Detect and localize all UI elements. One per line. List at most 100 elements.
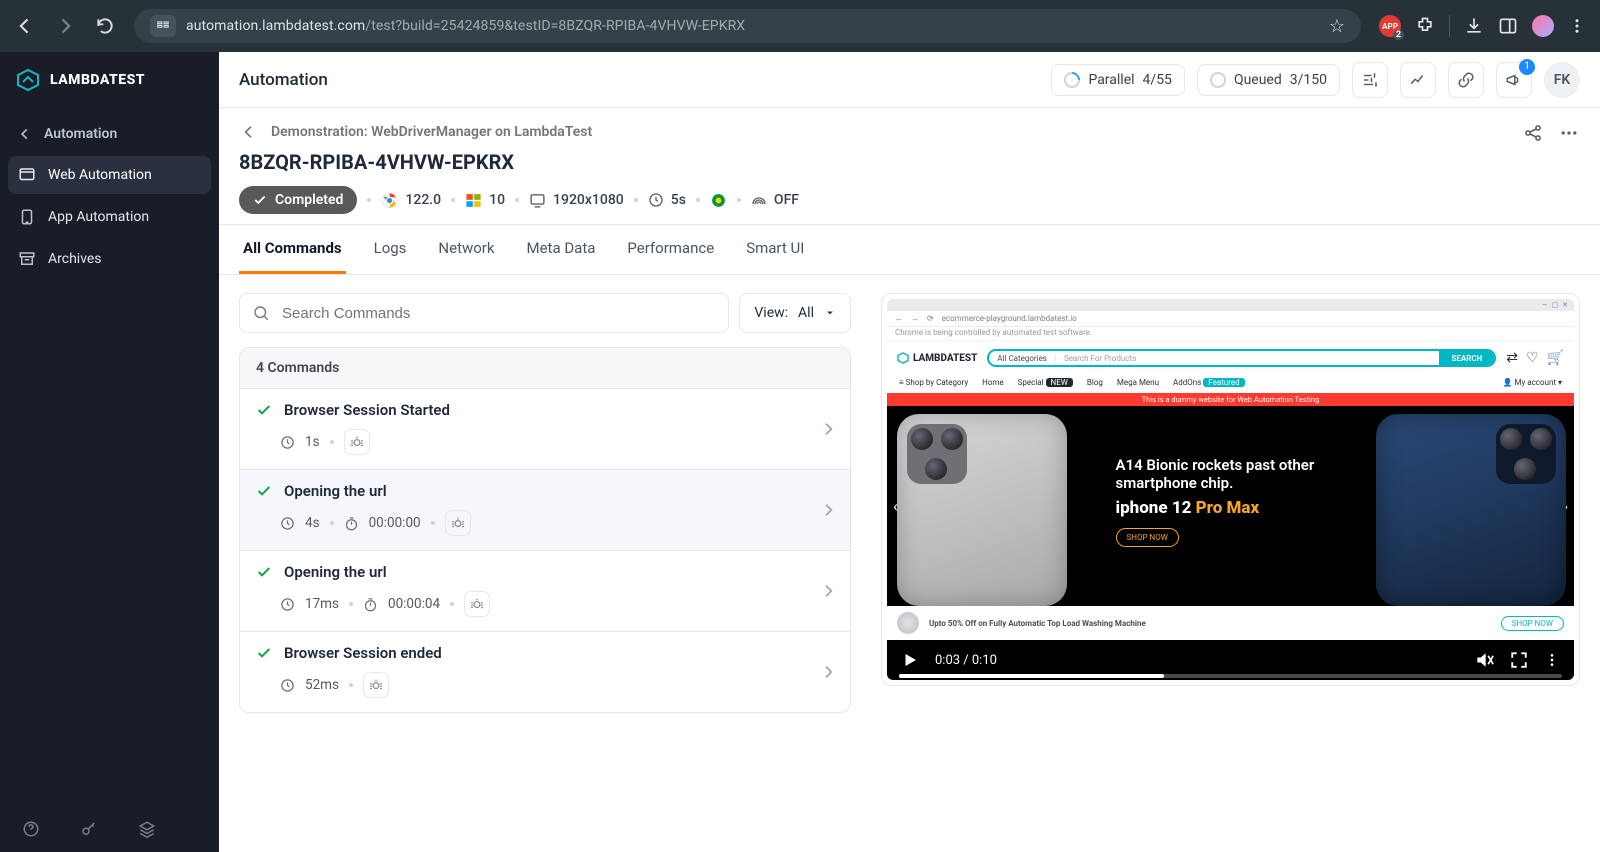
- brand-name: LAMBDATEST: [50, 72, 145, 88]
- command-item[interactable]: Opening the url 17ms 00:00:04: [240, 550, 850, 631]
- parallel-status[interactable]: Parallel 4/55: [1051, 64, 1185, 96]
- bookmark-star-icon[interactable]: ☆: [1329, 16, 1345, 37]
- announcements-button[interactable]: 1: [1496, 62, 1532, 98]
- tab-smart-ui[interactable]: Smart UI: [742, 225, 808, 274]
- monitor-icon: [529, 192, 546, 209]
- browser-menu-icon[interactable]: [1568, 17, 1586, 35]
- store-logo: LAMBDATEST: [897, 352, 977, 364]
- check-icon: [253, 193, 267, 207]
- sidebar-item-web-automation[interactable]: Web Automation: [8, 156, 211, 194]
- sidebar-item-label: Archives: [48, 251, 102, 267]
- command-item[interactable]: Browser Session ended 52ms: [240, 631, 850, 712]
- command-item[interactable]: Browser Session Started 1s: [240, 388, 850, 469]
- page-title: Automation: [239, 70, 328, 90]
- store-header-icons: ⇄♡🛒: [1506, 350, 1564, 366]
- hero-banner: ‹ ›: [887, 406, 1574, 606]
- view-select[interactable]: View: All: [739, 293, 851, 333]
- clock-icon: [648, 192, 664, 208]
- link-icon: [1457, 71, 1475, 89]
- browser-back-button[interactable]: [14, 15, 36, 37]
- command-item[interactable]: Opening the url 4s 00:00:00: [240, 469, 850, 550]
- geo-chip: [710, 192, 727, 209]
- video-url-bar: ←→⟳ ecommerce-playground.lambdatest.io: [887, 311, 1574, 327]
- volume-mute-icon: [1474, 650, 1494, 670]
- search-icon: [252, 304, 270, 322]
- integrations-button[interactable]: [1352, 62, 1388, 98]
- panel-icon[interactable]: [1498, 16, 1518, 36]
- sidebar-item-archives[interactable]: Archives: [8, 240, 211, 278]
- tab-logs[interactable]: Logs: [370, 225, 411, 274]
- extension-badge[interactable]: APP 2: [1379, 15, 1401, 37]
- extensions-icon[interactable]: [1415, 16, 1435, 36]
- phone-right: [1376, 414, 1566, 606]
- announcements-count: 1: [1519, 59, 1535, 75]
- check-icon: [256, 483, 272, 499]
- check-icon: [256, 564, 272, 580]
- debug-button[interactable]: [445, 510, 471, 536]
- dots-horizontal-icon: [1559, 123, 1579, 143]
- play-button[interactable]: [901, 651, 919, 669]
- mobile-icon: [18, 208, 36, 226]
- video-more-button[interactable]: [1544, 652, 1560, 668]
- profile-avatar-icon[interactable]: [1532, 15, 1554, 37]
- downloads-icon[interactable]: [1464, 16, 1484, 36]
- fullscreen-button[interactable]: [1510, 651, 1528, 669]
- browser-url-bar[interactable]: automation.lambdatest.com/test?build=254…: [134, 9, 1361, 43]
- chrome-icon: [381, 192, 398, 209]
- tab-network[interactable]: Network: [434, 225, 498, 274]
- browser-reload-button[interactable]: [94, 15, 116, 37]
- check-icon: [256, 645, 272, 661]
- tunnel-chip: OFF: [751, 192, 799, 208]
- layers-icon[interactable]: [138, 820, 156, 838]
- chevron-right-icon: [820, 664, 836, 680]
- sidebar-item-label: Web Automation: [48, 167, 152, 183]
- search-input[interactable]: [280, 304, 716, 323]
- duration-chip: 5s: [648, 192, 686, 208]
- play-icon: [901, 651, 919, 669]
- browser-forward-button[interactable]: [54, 15, 76, 37]
- video-time: 0:03 / 0:10: [935, 653, 997, 668]
- chevron-right-icon: [820, 502, 836, 518]
- stopwatch-icon: [344, 516, 359, 531]
- os-chip: 10: [465, 192, 505, 209]
- debug-button[interactable]: [464, 591, 490, 617]
- queued-status[interactable]: Queued 3/150: [1197, 64, 1340, 96]
- loading-dot-icon: [1061, 68, 1084, 91]
- breadcrumb-text[interactable]: Demonstration: WebDriverManager on Lambd…: [271, 124, 592, 140]
- tab-performance[interactable]: Performance: [623, 225, 718, 274]
- archive-icon: [18, 250, 36, 268]
- clock-icon: [280, 435, 295, 450]
- link-button[interactable]: [1448, 62, 1484, 98]
- search-commands[interactable]: [239, 293, 729, 333]
- tab-metadata[interactable]: Meta Data: [523, 225, 600, 274]
- breadcrumb-back[interactable]: [239, 122, 259, 142]
- tabs: All Commands Logs Network Meta Data Perf…: [219, 225, 1600, 275]
- store-search: All Categories Search For Products SEARC…: [987, 349, 1496, 367]
- analytics-button[interactable]: [1400, 62, 1436, 98]
- debug-button[interactable]: [344, 429, 370, 455]
- lambdatest-logo-icon: [16, 68, 40, 92]
- mute-button[interactable]: [1474, 650, 1494, 670]
- key-icon[interactable]: [80, 820, 98, 838]
- sidebar-back-label: Automation: [44, 126, 117, 142]
- sidebar-back[interactable]: Automation: [8, 116, 211, 152]
- commands-count: 4 Commands: [240, 348, 850, 388]
- user-avatar[interactable]: FK: [1544, 62, 1580, 98]
- trend-icon: [1409, 71, 1427, 89]
- tab-all-commands[interactable]: All Commands: [239, 225, 346, 274]
- chevron-right-icon: [820, 421, 836, 437]
- clock-icon: [280, 678, 295, 693]
- video-progress[interactable]: [899, 674, 1562, 678]
- brand-logo[interactable]: LAMBDATEST: [0, 52, 219, 108]
- help-icon[interactable]: [22, 820, 40, 838]
- debug-button[interactable]: [363, 672, 389, 698]
- bug-icon: [350, 435, 364, 449]
- site-settings-icon[interactable]: [150, 15, 176, 37]
- browser-chip: 122.0: [381, 192, 441, 209]
- promo-row: Upto 50% Off on Fully Automatic Top Load…: [887, 606, 1574, 640]
- sidebar-item-app-automation[interactable]: App Automation: [8, 198, 211, 236]
- bug-icon: [451, 516, 465, 530]
- more-button[interactable]: [1558, 122, 1580, 144]
- share-button[interactable]: [1522, 122, 1544, 144]
- share-nodes-icon: [1523, 123, 1543, 143]
